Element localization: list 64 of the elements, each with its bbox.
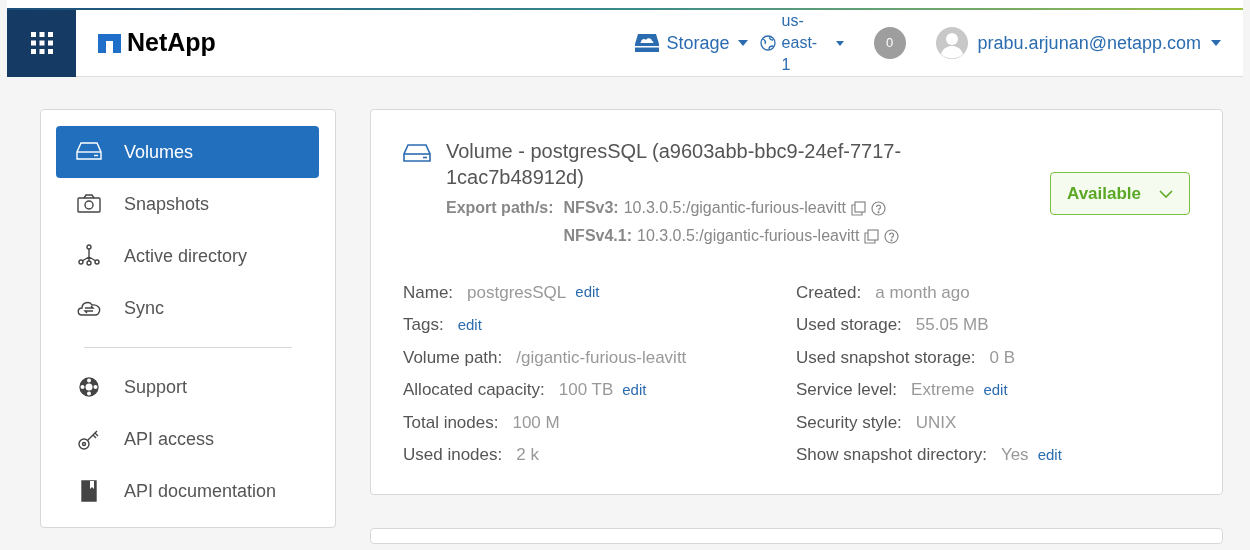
- chevron-down-icon: [1159, 189, 1173, 198]
- globe-icon: [759, 35, 776, 51]
- storage-menu[interactable]: Storage: [634, 29, 748, 57]
- protocol-label: NFSv3:: [563, 198, 619, 218]
- field-label: Volume path:: [403, 346, 503, 369]
- camera-icon: [76, 192, 102, 216]
- copy-icon[interactable]: [851, 200, 867, 216]
- field-label: Used snapshot storage:: [796, 346, 976, 369]
- field-label: Allocated capacity:: [403, 379, 545, 401]
- logo-icon: [98, 33, 121, 53]
- sidebar-item[interactable]: Active directory: [56, 230, 319, 282]
- user-menu[interactable]: prabu.arjunan@netapp.com: [935, 27, 1221, 59]
- field-value: 2 k: [516, 444, 539, 466]
- edit-link[interactable]: edit: [457, 313, 482, 336]
- field-label: Used storage:: [796, 314, 902, 336]
- field-label: Created:: [796, 281, 862, 304]
- sidebar-item[interactable]: API access: [56, 413, 319, 465]
- storage-icon: [634, 32, 659, 54]
- field-value: 55.05 MB: [915, 314, 989, 336]
- field-value: postgresSQL: [467, 281, 567, 304]
- edit-link[interactable]: edit: [622, 378, 647, 401]
- protocol-label: NFSv4.1:: [563, 226, 633, 246]
- export-path: 10.3.0.5:/gigantic-furious-leavitt: [623, 198, 847, 218]
- field-label: Show snapshot directory:: [796, 444, 987, 466]
- field-value: Extreme: [911, 379, 975, 401]
- grid-icon: [29, 31, 54, 55]
- field-label: Used inodes:: [403, 444, 503, 466]
- lifebuoy-icon: [76, 375, 102, 399]
- export-label: Export path/s:: [446, 198, 554, 218]
- field-label: Total inodes:: [403, 411, 499, 434]
- field-value: 100 M: [512, 411, 560, 434]
- sidebar-item[interactable]: Sync: [56, 282, 319, 334]
- volume-title: Volume - postgresSQL (a9603abb-bbc9-24ef-7717-1cac7b48912d): [446, 139, 903, 190]
- caret-icon: [1211, 40, 1221, 46]
- sidebar-item[interactable]: Snapshots: [56, 178, 319, 230]
- copy-icon[interactable]: [864, 228, 880, 244]
- field-value: /gigantic-furious-leavitt: [516, 346, 687, 369]
- sidebar-item[interactable]: Support: [56, 361, 319, 413]
- field-value: 100 TB: [558, 379, 614, 401]
- field-value: a month ago: [875, 281, 970, 304]
- apps-button[interactable]: [7, 9, 76, 77]
- drive-icon: [403, 144, 431, 162]
- field-label: Tags:: [403, 314, 444, 336]
- edit-link[interactable]: edit: [1037, 443, 1062, 466]
- edit-link[interactable]: edit: [983, 378, 1008, 401]
- region-menu[interactable]: us-east-1: [759, 10, 844, 76]
- help-icon[interactable]: [871, 200, 887, 216]
- field-value: 0 B: [989, 346, 1016, 369]
- edit-link[interactable]: edit: [575, 281, 600, 304]
- field-label: Service level:: [796, 379, 898, 401]
- sidebar-item[interactable]: Volumes: [56, 126, 319, 178]
- sidebar-item[interactable]: API documentation: [56, 465, 319, 517]
- help-icon[interactable]: [884, 228, 900, 244]
- field-value: Yes: [1000, 444, 1029, 466]
- caret-icon: [835, 40, 844, 46]
- field-label: Security style:: [796, 411, 902, 434]
- caret-icon: [737, 40, 748, 46]
- avatar-icon: [935, 27, 968, 59]
- logo-text: NetApp: [127, 27, 216, 59]
- status-dropdown[interactable]: Available: [1050, 172, 1190, 215]
- field-value: UNIX: [915, 411, 957, 434]
- tree-icon: [76, 244, 102, 268]
- field-label: Name:: [403, 281, 454, 304]
- export-path: 10.3.0.5:/gigantic-furious-leavitt: [637, 226, 860, 246]
